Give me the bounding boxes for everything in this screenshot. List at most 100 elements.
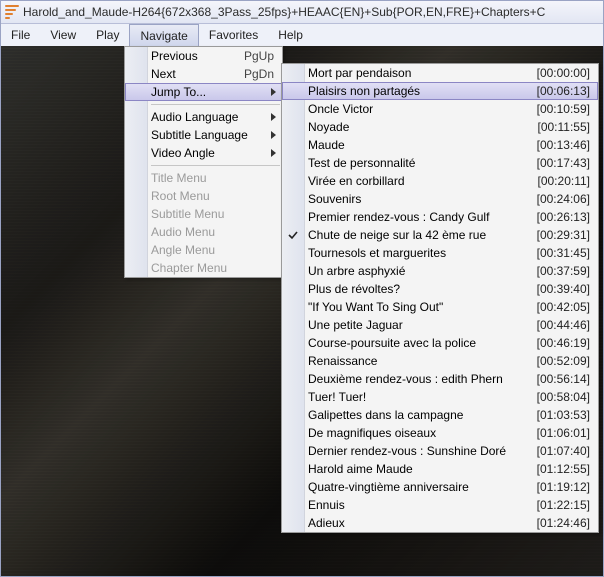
chapter-item[interactable]: Une petite Jaguar [00:44:46] (282, 316, 598, 334)
chapter-label: Dernier rendez-vous : Sunshine Doré (308, 444, 528, 458)
chapter-item[interactable]: Plus de révoltes?[00:39:40] (282, 280, 598, 298)
chapter-item[interactable]: Deuxième rendez-vous : edith Phern [00:56… (282, 370, 598, 388)
chapter-time: [01:24:46] (537, 516, 590, 530)
app-window: Harold_and_Maude-H264{672x368_3Pass_25fp… (0, 0, 604, 577)
chapter-item[interactable]: Oncle Victor [00:10:59] (282, 100, 598, 118)
chapter-label: Premier rendez-vous : Candy Gulf (308, 210, 528, 224)
menu-favorites[interactable]: Favorites (199, 24, 268, 46)
chapter-time: [00:39:40] (537, 282, 590, 296)
menu-play[interactable]: Play (86, 24, 129, 46)
chapter-item[interactable]: Test de personnalité[00:17:43] (282, 154, 598, 172)
chapter-item[interactable]: "If You Want To Sing Out"[00:42:05] (282, 298, 598, 316)
window-title: Harold_and_Maude-H264{672x368_3Pass_25fp… (23, 5, 545, 19)
chapter-item[interactable]: Course-poursuite avec la police[00:46:19… (282, 334, 598, 352)
nav-root-menu: Root Menu (125, 187, 282, 205)
chapter-item[interactable]: Un arbre asphyxié [00:37:59] (282, 262, 598, 280)
chapter-label: Une petite Jaguar (308, 318, 528, 332)
chapter-label: Harold aime Maude (308, 462, 528, 476)
chapter-item[interactable]: Noyade [00:11:55] (282, 118, 598, 136)
chapter-label: De magnifiques oiseaux (308, 426, 528, 440)
chapter-item[interactable]: Tuer! Tuer![00:58:04] (282, 388, 598, 406)
chapter-item[interactable]: Plaisirs non partagés[00:06:13] (282, 82, 598, 100)
chapter-label: Maude (308, 138, 528, 152)
chapter-item[interactable]: Tournesols et marguerites[00:31:45] (282, 244, 598, 262)
chapter-label: Course-poursuite avec la police (308, 336, 528, 350)
chapter-item[interactable]: Dernier rendez-vous : Sunshine Doré [01:0… (282, 442, 598, 460)
chapter-item[interactable]: Souvenirs [00:24:06] (282, 190, 598, 208)
chapter-item[interactable]: Harold aime Maude [01:12:55] (282, 460, 598, 478)
menu-separator (151, 165, 280, 166)
menu-view-label: View (50, 28, 76, 42)
chapter-label: Un arbre asphyxié (308, 264, 528, 278)
menu-bar: File View Play Navigate Favorites Help (1, 24, 603, 47)
chapter-item[interactable]: Chute de neige sur la 42 ème rue[00:29:3… (282, 226, 598, 244)
chapter-label: Souvenirs (308, 192, 528, 206)
chapter-item[interactable]: De magnifiques oiseaux [01:06:01] (282, 424, 598, 442)
menu-help[interactable]: Help (268, 24, 313, 46)
chapter-label: Oncle Victor (308, 102, 528, 116)
chapter-time: [01:06:01] (537, 426, 590, 440)
chapter-time: [00:17:43] (537, 156, 590, 170)
nav-next-accel: PgDn (244, 67, 274, 81)
nav-previous[interactable]: Previous PgUp (125, 47, 282, 65)
nav-subtitle-menu-label: Subtitle Menu (151, 207, 254, 221)
chapter-time: [01:12:55] (537, 462, 590, 476)
chapter-time: [00:56:14] (537, 372, 590, 386)
chapter-item[interactable]: Adieux [01:24:46] (282, 514, 598, 532)
chapter-item[interactable]: Virée en corbillard[00:20:11] (282, 172, 598, 190)
chapter-label: Noyade (308, 120, 528, 134)
menu-file-label: File (11, 28, 30, 42)
menu-file[interactable]: File (1, 24, 40, 46)
nav-audio-menu-label: Audio Menu (151, 225, 254, 239)
nav-audio-language-label: Audio Language (151, 110, 254, 124)
chapter-item[interactable]: Premier rendez-vous : Candy Gulf[00:26:1… (282, 208, 598, 226)
nav-title-menu-label: Title Menu (151, 171, 254, 185)
nav-chapter-menu-label: Chapter Menu (151, 261, 254, 275)
nav-angle-menu-label: Angle Menu (151, 243, 254, 257)
chapter-time: [00:31:45] (537, 246, 590, 260)
menu-navigate[interactable]: Navigate (129, 24, 198, 46)
submenu-arrow-icon (271, 113, 276, 121)
chapter-label: Adieux (308, 516, 528, 530)
chapter-time: [00:00:00] (537, 66, 590, 80)
app-icon (5, 5, 19, 19)
menu-help-label: Help (278, 28, 303, 42)
nav-subtitle-language[interactable]: Subtitle Language (125, 126, 282, 144)
chapter-label: Tuer! Tuer! (308, 390, 528, 404)
submenu-arrow-icon (271, 131, 276, 139)
nav-jump-to[interactable]: Jump To... (125, 83, 282, 101)
nav-next[interactable]: Next PgDn (125, 65, 282, 83)
nav-audio-language[interactable]: Audio Language (125, 108, 282, 126)
menu-navigate-label: Navigate (140, 29, 187, 43)
nav-chapter-menu: Chapter Menu (125, 259, 282, 277)
nav-angle-menu: Angle Menu (125, 241, 282, 259)
submenu-arrow-icon (271, 149, 276, 157)
check-icon (288, 230, 298, 240)
chapter-time: [01:03:53] (537, 408, 590, 422)
chapter-item[interactable]: Galipettes dans la campagne[01:03:53] (282, 406, 598, 424)
chapter-time: [00:10:59] (537, 102, 590, 116)
chapter-time: [00:29:31] (537, 228, 590, 242)
nav-previous-label: Previous (151, 49, 254, 63)
chapter-label: Deuxième rendez-vous : edith Phern (308, 372, 528, 386)
chapter-time: [00:24:06] (537, 192, 590, 206)
menu-view[interactable]: View (40, 24, 86, 46)
nav-root-menu-label: Root Menu (151, 189, 254, 203)
chapter-label: Quatre-vingtième anniversaire (308, 480, 528, 494)
nav-video-angle[interactable]: Video Angle (125, 144, 282, 162)
nav-subtitle-language-label: Subtitle Language (151, 128, 254, 142)
chapter-time: [00:52:09] (537, 354, 590, 368)
chapter-label: "If You Want To Sing Out" (308, 300, 528, 314)
menu-play-label: Play (96, 28, 119, 42)
chapter-item[interactable]: Mort par pendaison[00:00:00] (282, 64, 598, 82)
chapter-time: [01:07:40] (537, 444, 590, 458)
chapter-time: [00:44:46] (537, 318, 590, 332)
chapter-time: [00:11:55] (538, 120, 591, 134)
chapter-item[interactable]: Renaissance[00:52:09] (282, 352, 598, 370)
chapter-item[interactable]: Ennuis[01:22:15] (282, 496, 598, 514)
title-bar: Harold_and_Maude-H264{672x368_3Pass_25fp… (1, 1, 603, 24)
chapter-item[interactable]: Maude[00:13:46] (282, 136, 598, 154)
chapter-item[interactable]: Quatre-vingtième anniversaire[01:19:12] (282, 478, 598, 496)
chapter-time: [00:37:59] (537, 264, 590, 278)
nav-jump-to-label: Jump To... (151, 85, 254, 99)
